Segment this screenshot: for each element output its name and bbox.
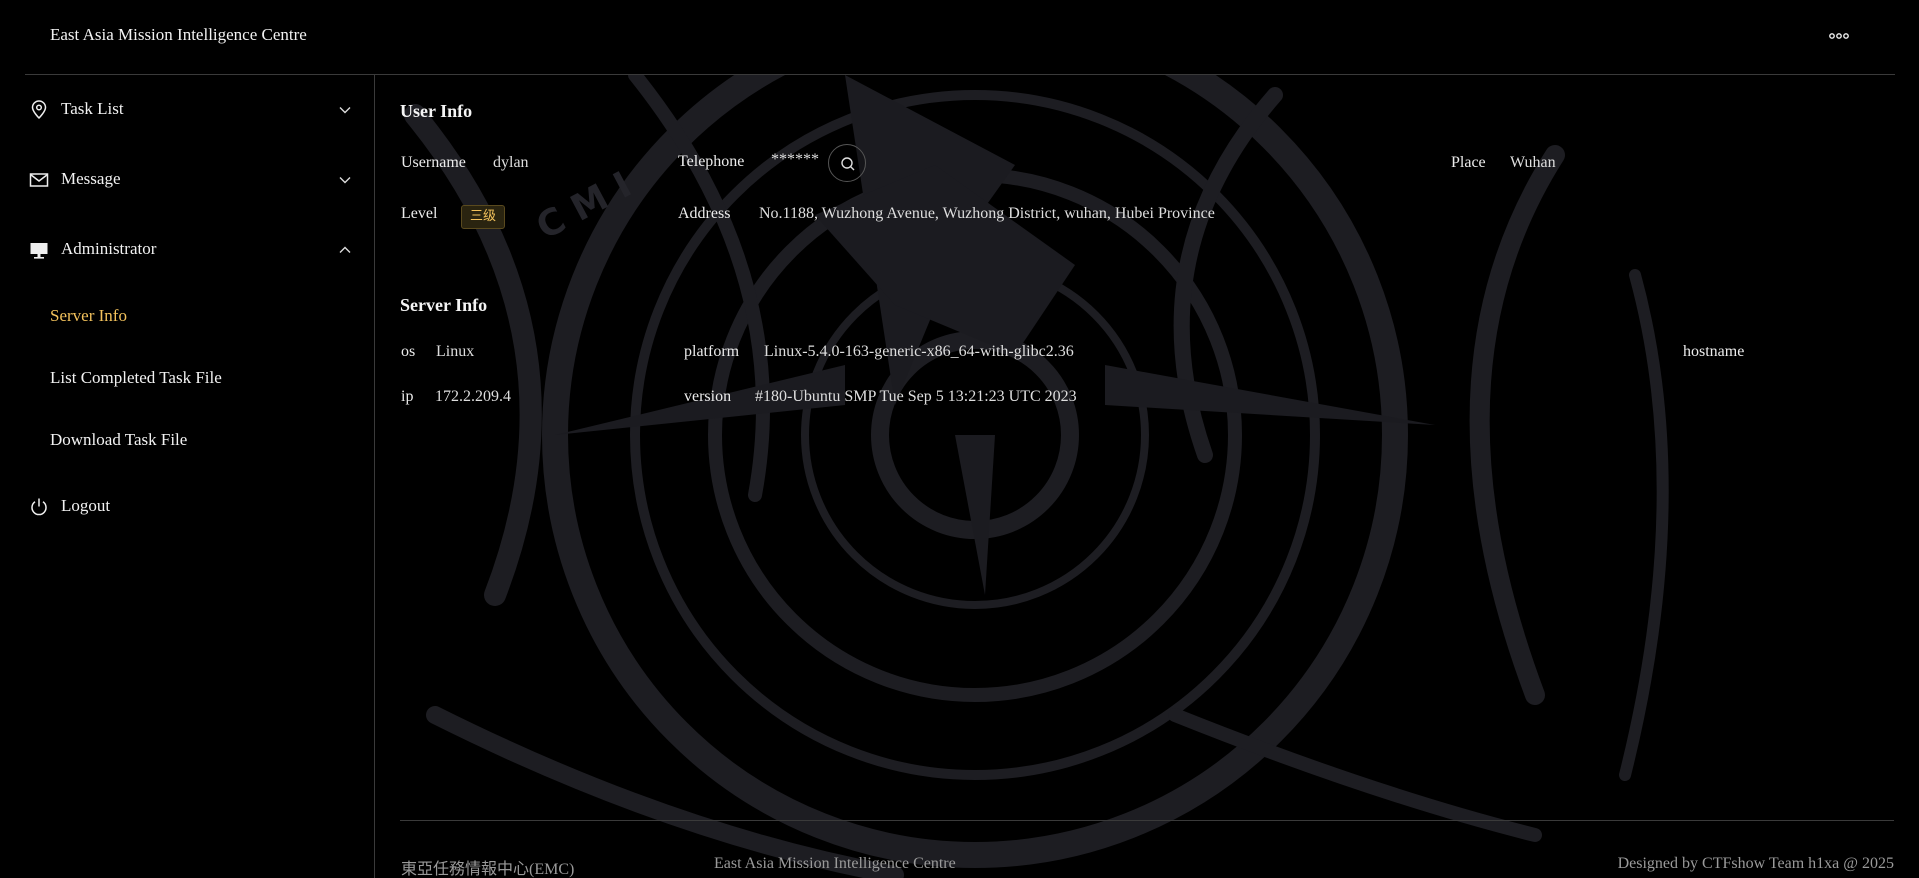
logout-label: Logout bbox=[61, 496, 111, 515]
level-badge: 三级 bbox=[461, 205, 506, 229]
monitor-icon bbox=[29, 240, 49, 260]
svg-text:C M I: C M I bbox=[530, 164, 638, 247]
app-title: East Asia Mission Intelligence Centre bbox=[50, 25, 307, 44]
version-label: version bbox=[684, 388, 732, 405]
hostname-label: hostname bbox=[1683, 343, 1745, 360]
chevron-down-icon bbox=[338, 103, 352, 117]
reveal-telephone-button[interactable] bbox=[828, 144, 866, 182]
footer-brand-english: East Asia Mission Intelligence Centre bbox=[714, 855, 956, 872]
top-header: East Asia Mission Intelligence Centre bbox=[0, 0, 1919, 74]
place-value: Wuhan bbox=[1510, 154, 1556, 171]
sidebar-logout[interactable]: Logout bbox=[25, 487, 360, 527]
user-info-title: User Info bbox=[400, 101, 473, 121]
sidebar-menu-administrator[interactable]: Administrator bbox=[25, 230, 360, 270]
os-label: os bbox=[401, 343, 416, 360]
level-label: Level bbox=[401, 205, 438, 222]
footer-brand-chinese: 東亞任務情報中心(EMC) bbox=[401, 861, 575, 878]
chevron-up-icon bbox=[338, 243, 352, 257]
platform-label: platform bbox=[684, 343, 740, 360]
sidebar-item-list-completed-task-file[interactable]: List Completed Task File bbox=[50, 368, 222, 388]
mail-icon bbox=[29, 170, 49, 190]
telephone-value: ****** bbox=[771, 151, 819, 168]
location-pin-icon bbox=[29, 100, 49, 120]
sidebar-item-server-info[interactable]: Server Info bbox=[50, 306, 127, 326]
ellipsis-icon[interactable] bbox=[1826, 26, 1852, 46]
address-label: Address bbox=[678, 205, 731, 222]
sidebar-menu-task-list[interactable]: Task List bbox=[25, 90, 360, 130]
address-value: No.1188, Wuzhong Avenue, Wuzhong Distric… bbox=[759, 205, 1215, 222]
app-root: East Asia Mission Intelligence Centre Ta… bbox=[0, 0, 1919, 878]
footer-credits: Designed by CTFshow Team h1xa @ 2025 bbox=[1617, 855, 1894, 872]
os-value: Linux bbox=[436, 343, 475, 360]
power-icon bbox=[29, 497, 49, 517]
place-label: Place bbox=[1451, 154, 1486, 171]
username-label: Username bbox=[401, 154, 466, 171]
footer-divider bbox=[400, 820, 1894, 821]
background-emblem-icon: C M I bbox=[404, 75, 1669, 878]
server-info-title: Server Info bbox=[400, 295, 488, 315]
telephone-label: Telephone bbox=[678, 153, 745, 170]
username-value: dylan bbox=[493, 154, 529, 171]
main-content: C M I User Info Username dylan Telephone… bbox=[375, 75, 1919, 878]
version-value: #180-Ubuntu SMP Tue Sep 5 13:21:23 UTC 2… bbox=[755, 388, 1077, 405]
ip-value: 172.2.209.4 bbox=[435, 388, 511, 405]
sidebar-menu-label: Task List bbox=[61, 99, 124, 118]
sidebar: Task List Message Administrator Server I… bbox=[0, 75, 374, 878]
platform-value: Linux-5.4.0-163-generic-x86_64-with-glib… bbox=[764, 343, 1074, 360]
sidebar-item-download-task-file[interactable]: Download Task File bbox=[50, 430, 187, 450]
ip-label: ip bbox=[401, 388, 414, 405]
sidebar-menu-label: Message bbox=[61, 169, 121, 188]
chevron-down-icon bbox=[338, 173, 352, 187]
sidebar-menu-label: Administrator bbox=[61, 239, 157, 258]
sidebar-menu-message[interactable]: Message bbox=[25, 160, 360, 200]
